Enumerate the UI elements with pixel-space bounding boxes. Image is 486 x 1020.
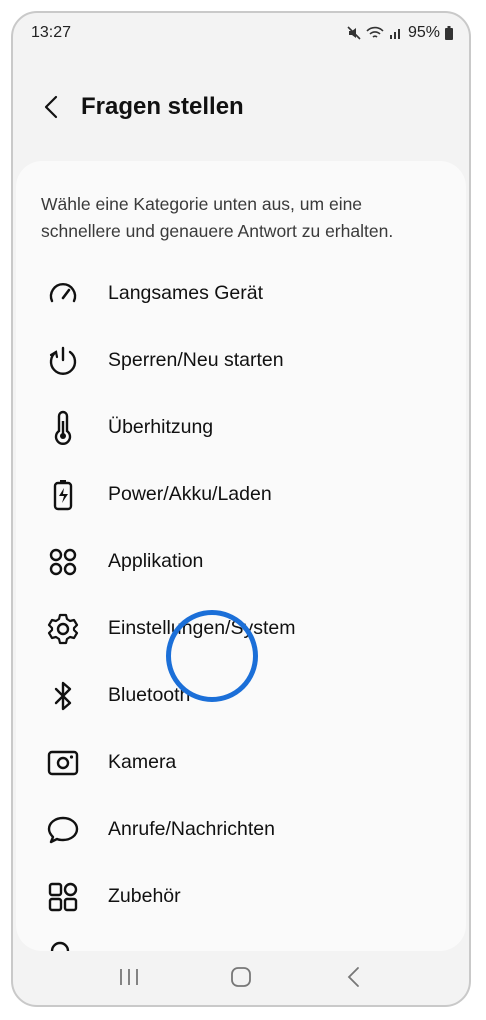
category-label: Langsames Gerät: [108, 282, 264, 304]
category-item-ueberhitzung[interactable]: Überhitzung: [16, 394, 466, 461]
category-item-langsames-geraet[interactable]: Langsames Gerät: [16, 260, 466, 327]
gear-icon: [46, 612, 80, 646]
signal-icon: [389, 26, 403, 40]
accessories-icon: [46, 880, 80, 914]
camera-icon: [46, 746, 80, 780]
wifi-icon: [366, 26, 384, 40]
status-icons: 95%: [347, 24, 453, 42]
speedometer-icon: [46, 277, 80, 311]
category-label: Einstellungen/System: [108, 617, 296, 639]
category-label: Sperren/Neu starten: [108, 349, 284, 371]
category-label: Zubehör: [108, 885, 181, 907]
battery-icon: [445, 26, 453, 40]
power-restart-icon: [46, 344, 80, 378]
category-label: Anrufe/Nachrichten: [108, 818, 275, 840]
category-card: Wähle eine Kategorie unten aus, um eine …: [16, 161, 466, 951]
nav-back-button[interactable]: [333, 957, 373, 997]
category-item-applikation[interactable]: Applikation: [16, 528, 466, 595]
home-icon: [231, 967, 251, 987]
category-label: Applikation: [108, 550, 204, 572]
battery-percent: 95%: [407, 24, 440, 41]
category-label: Kamera: [108, 751, 177, 773]
page-title: Fragen stellen: [81, 93, 244, 120]
category-item-zubehoer[interactable]: Zubehör: [16, 863, 466, 930]
recent-apps-button[interactable]: [109, 957, 149, 997]
phone-frame: 13:27 95% Fragen stellen Wähle eine Kate…: [11, 11, 471, 1007]
navigation-bar: [13, 949, 469, 1005]
category-item-einstellungen-system[interactable]: Einstellungen/System: [16, 595, 466, 662]
category-item-bluetooth[interactable]: Bluetooth: [16, 662, 466, 729]
category-label: Bluetooth: [108, 684, 191, 706]
app-header: Fragen stellen: [13, 79, 469, 135]
battery-charging-icon: [46, 478, 80, 512]
apps-grid-icon: [46, 545, 80, 579]
category-item-power-akku-laden[interactable]: Power/Akku/Laden: [16, 461, 466, 528]
status-time: 13:27: [31, 24, 72, 41]
intro-text: Wähle eine Kategorie unten aus, um eine …: [41, 194, 394, 241]
back-button[interactable]: [33, 89, 69, 125]
category-item-anrufe-nachrichten[interactable]: Anrufe/Nachrichten: [16, 796, 466, 863]
category-label: Power/Akku/Laden: [108, 483, 272, 505]
nav-back-icon: [347, 967, 359, 987]
category-item-kamera[interactable]: Kamera: [16, 729, 466, 796]
chevron-left-icon: [44, 95, 58, 119]
recent-apps-icon: [120, 969, 138, 985]
home-button[interactable]: [221, 957, 261, 997]
thermometer-icon: [46, 410, 80, 445]
category-label: Überhitzung: [108, 416, 214, 438]
bluetooth-icon: [46, 679, 80, 713]
category-list: Langsames Gerät Sperren/Neu starten Über…: [16, 260, 466, 930]
mute-icon: [347, 26, 361, 40]
category-item-sperren-neu-starten[interactable]: Sperren/Neu starten: [16, 327, 466, 394]
status-bar: 13:27 95%: [13, 13, 469, 53]
chat-bubble-icon: [46, 813, 80, 847]
